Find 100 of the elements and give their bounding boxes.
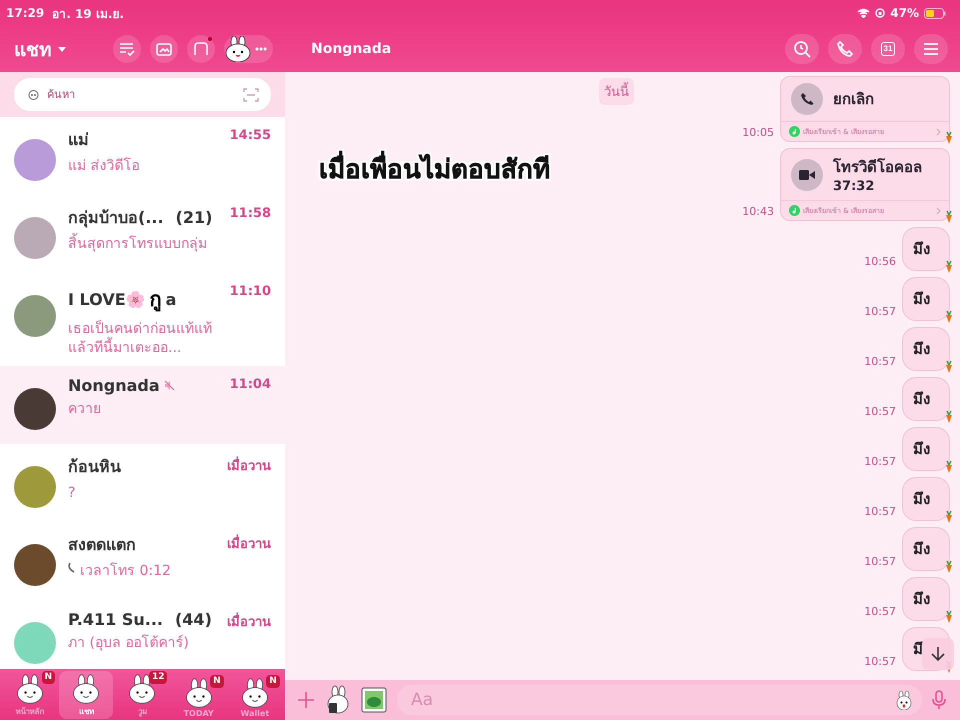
phone-call-icon[interactable] [828, 34, 862, 64]
chat-name: กลุ่มบ้าบอ(... [68, 207, 164, 230]
plus-icon[interactable] [297, 691, 315, 709]
message-preview: เวลาโทร 0:12 [80, 562, 171, 581]
chat-name: I LOVE🌸 [68, 290, 146, 308]
chat-list-item[interactable]: ก้อนหิน ? เมื่อวาน [0, 444, 285, 522]
battery-icon [924, 8, 946, 18]
notification-badge: N [42, 671, 56, 684]
message-time: 10:43 [742, 205, 774, 218]
music-note-icon [789, 205, 800, 216]
call-duration: 37:32 [833, 179, 876, 194]
message-preview: สิ้นสุดการโทรแบบกลุ่ม [68, 235, 207, 254]
nav-tab[interactable]: 12 วูม [115, 671, 170, 719]
message-time: 10:57 [864, 305, 896, 318]
menu-icon[interactable] [914, 34, 948, 64]
chat-list-item[interactable]: สงตดแตก เวลาโทร 0:12 เมื่อวาน [0, 522, 285, 600]
message-bubble[interactable]: มึง [902, 477, 950, 521]
message-preview: แม่ ส่งวิดีโอ [68, 157, 140, 176]
chat-name: P.411 Su... [68, 610, 163, 629]
chat-list-item[interactable]: Nongnada ควาย 11:04 [0, 366, 285, 444]
avatar-photo [14, 622, 56, 664]
call-title: โทรวิดีโอคอล [833, 157, 922, 178]
chat-list-item[interactable]: กลุ่มบ้าบอ(... (21) สิ้นสุดการโทรแบบกลุ่ม 11:58 [0, 195, 285, 273]
message-bubble[interactable]: มึง [902, 327, 950, 371]
chat-list-item[interactable]: แม่ แม่ ส่งวิดีโอ 14:55 [0, 117, 285, 195]
message-bubble[interactable]: มึง [902, 277, 950, 321]
chat-time: 11:04 [230, 376, 271, 392]
message-time: 10:57 [864, 605, 896, 618]
scroll-down-button[interactable] [922, 638, 954, 670]
message-time: 10:57 [864, 405, 896, 418]
message-preview: เธอเป็นคนด่าก่อนแท้แท้แล้วทีนี้มาเตะออ... [68, 320, 213, 358]
nav-tab[interactable]: N หน้าหลัก [3, 671, 58, 719]
message-bubble[interactable]: มึง [902, 577, 950, 621]
carrot-icon [944, 410, 954, 423]
status-date: อา. 19 เม.ย. [52, 6, 124, 22]
message-bubble[interactable]: มึง [902, 527, 950, 571]
carrot-icon [944, 610, 954, 623]
message-bubble[interactable]: มึง [902, 427, 950, 471]
phone-icon [800, 92, 814, 106]
profile-bunny-button[interactable] [224, 35, 273, 63]
carrot-icon [944, 260, 954, 273]
nav-tab[interactable]: N Wallet [228, 675, 282, 719]
chat-time: 11:10 [230, 284, 271, 299]
chat-time: เมื่อวาน [227, 612, 271, 632]
member-count: (21) [176, 208, 212, 227]
arrow-down-icon [931, 646, 945, 662]
carrot-icon [944, 360, 954, 373]
scan-icon [243, 88, 259, 102]
search-history-icon[interactable] [785, 34, 819, 64]
message-bubble[interactable]: มึง [902, 377, 950, 421]
bunny-face-icon [28, 89, 39, 100]
square-chat-icon[interactable] [187, 35, 215, 63]
emoji-bunny-icon[interactable] [894, 690, 914, 710]
chat-list-item[interactable]: I LOVE🌸 กู a เธอเป็นคนด่าก่อนแท้แท้แล้วทีนี้มาเตะออ... 11:10 [0, 273, 285, 366]
message-bar[interactable]: Aa [397, 685, 922, 715]
message-preview: ควาย [68, 400, 101, 419]
chat-time: 11:58 [230, 206, 271, 221]
carrot-icon [944, 310, 954, 323]
member-count: (44) [174, 610, 212, 629]
avatar-photo [14, 466, 56, 508]
notification-badge: 12 [148, 671, 168, 684]
chat-name-end: a [166, 290, 176, 308]
chevron-right-icon [936, 128, 941, 136]
call-title: ยกเลิก [833, 89, 874, 110]
chat-name: Nongnada [68, 376, 160, 395]
overlay-caption: เมื่อเพื่อนไม่ตอบสักที [319, 148, 550, 189]
message-time: 10:05 [742, 126, 774, 139]
battery-percent: 47% [890, 6, 919, 20]
caret-icon [58, 46, 66, 52]
carrot-icon [944, 210, 954, 223]
microphone-icon[interactable] [932, 690, 946, 710]
message-bubble[interactable]: มึง [902, 227, 950, 271]
message-preview: ? [68, 484, 76, 503]
status-time: 17:29 [6, 6, 44, 20]
checklist-icon[interactable] [113, 35, 141, 63]
overlay-caption: กู [150, 286, 162, 314]
carrot-icon [944, 131, 954, 144]
message-time: 10:57 [864, 455, 896, 468]
message-time: 10:56 [864, 255, 896, 268]
avatar-photo [14, 544, 56, 586]
carrot-icon [944, 560, 954, 573]
chat-list-item[interactable]: P.411 Su... (44) ภา (อุบล ออโต้คาร์) เมื่อวาน [0, 600, 285, 669]
message-time: 10:57 [864, 555, 896, 568]
search-bar[interactable]: ค้นหา [14, 78, 271, 111]
chat-title: Nongnada [311, 41, 392, 57]
chat-name: แม่ [68, 129, 89, 151]
notification-badge: N [210, 675, 224, 688]
video-camera-icon [799, 168, 815, 180]
message-time: 10:57 [864, 505, 896, 518]
folder-image-icon[interactable] [150, 35, 178, 63]
chat-time: 14:55 [230, 128, 271, 143]
chevron-right-icon [936, 206, 941, 214]
chat-time: เมื่อวาน [227, 534, 271, 554]
nav-tab[interactable]: N TODAY [172, 675, 226, 719]
message-preview: ภา (อุบล ออโต้คาร์) [68, 634, 189, 653]
chat-title-dropdown[interactable]: แชท [14, 34, 66, 64]
wifi-icon [857, 8, 870, 18]
avatar-photo [14, 295, 56, 337]
bunny-sticker-icon[interactable] [325, 685, 351, 715]
avatar-photo [14, 217, 56, 259]
